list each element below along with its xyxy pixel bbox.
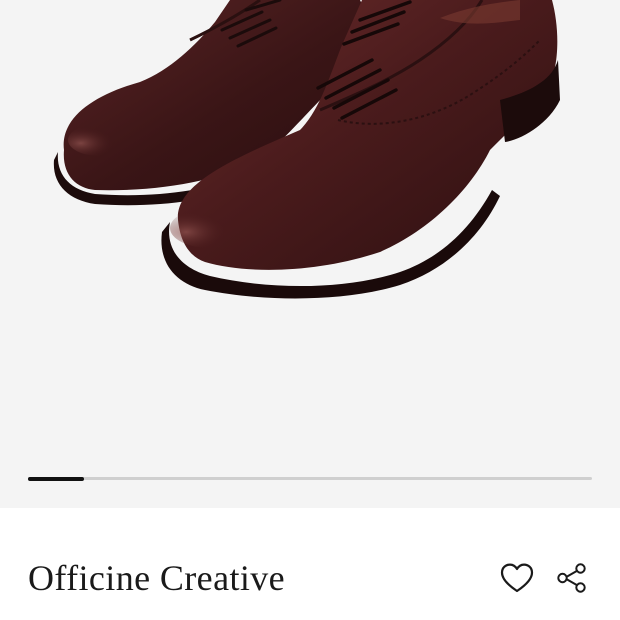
share-button[interactable]: [550, 556, 594, 600]
product-image: [53, 0, 560, 299]
carousel-progress-indicator: [28, 476, 85, 481]
product-detail-screen: Officine Creative: [0, 0, 620, 620]
heart-icon: [500, 563, 534, 593]
image-carousel-progress[interactable]: [28, 476, 592, 481]
product-image-gallery[interactable]: [0, 0, 620, 508]
share-icon: [557, 563, 586, 593]
product-info-bar: Officine Creative: [0, 508, 620, 620]
favorite-button[interactable]: [495, 556, 539, 600]
product-brand-name[interactable]: Officine Creative: [28, 556, 285, 600]
